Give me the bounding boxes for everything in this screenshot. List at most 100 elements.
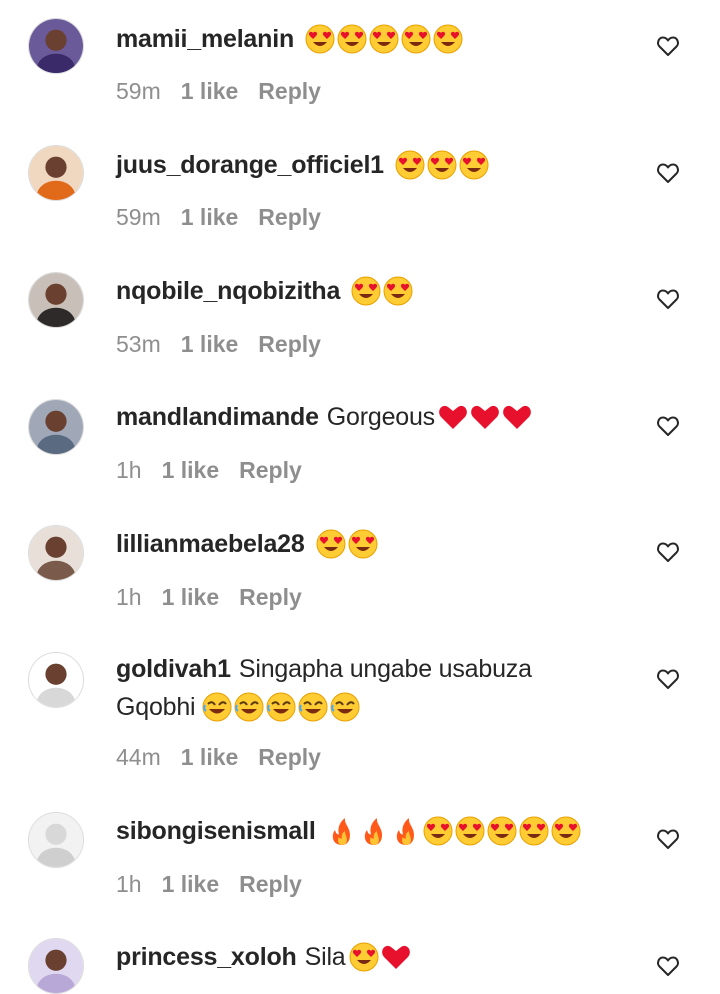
avatar[interactable] xyxy=(28,652,84,708)
rofl-icon xyxy=(234,692,264,722)
heart-eyes-icon xyxy=(351,276,381,306)
emoji-row xyxy=(326,815,582,849)
like-heart-icon[interactable] xyxy=(656,415,680,437)
comment-body: nqobile_nqobizitha xyxy=(116,272,616,310)
heart-eyes-icon xyxy=(551,816,581,846)
comment-text: Gorgeous xyxy=(326,403,435,431)
comment-username[interactable]: mandlandimande xyxy=(116,403,319,431)
rofl-icon xyxy=(266,692,296,722)
comment-timestamp: 1h xyxy=(116,584,142,610)
likes-count-link[interactable]: 1 like xyxy=(162,457,220,483)
comment-body: princess_xoloh Sila xyxy=(116,938,616,976)
red-heart-icon xyxy=(503,406,531,430)
comment-username[interactable]: princess_xoloh xyxy=(116,943,297,971)
likes-count-link[interactable]: 1 like xyxy=(181,744,239,770)
likes-count-link[interactable]: 1 like xyxy=(181,331,239,357)
comment-username[interactable]: sibongisenismall xyxy=(116,817,316,845)
likes-count-link[interactable]: 1 like xyxy=(162,584,220,610)
rofl-icon xyxy=(330,692,360,722)
heart-eyes-icon xyxy=(487,816,517,846)
heart-eyes-icon xyxy=(433,24,463,54)
comment-text: Singapha ungabe usabuza xyxy=(238,655,532,683)
likes-count-link[interactable]: 1 like xyxy=(181,204,239,230)
avatar[interactable] xyxy=(28,272,84,328)
like-heart-icon[interactable] xyxy=(656,35,680,57)
rofl-icon xyxy=(298,692,328,722)
reply-button[interactable]: Reply xyxy=(258,78,321,104)
comment-meta: 53m 1 like Reply xyxy=(116,329,341,359)
heart-eyes-icon xyxy=(423,816,453,846)
heart-eyes-icon xyxy=(401,24,431,54)
reply-button[interactable]: Reply xyxy=(239,457,302,483)
red-heart-icon xyxy=(439,406,467,430)
avatar[interactable] xyxy=(28,812,84,868)
heart-eyes-icon xyxy=(519,816,549,846)
emoji-row xyxy=(348,941,412,975)
heart-eyes-icon xyxy=(383,276,413,306)
comment-username[interactable]: mamii_melanin xyxy=(116,25,294,53)
comment-body: mandlandimande Gorgeous xyxy=(116,398,616,436)
comment-timestamp: 1h xyxy=(116,871,142,897)
heart-eyes-icon xyxy=(316,529,346,559)
emoji-row xyxy=(437,401,533,435)
avatar[interactable] xyxy=(28,18,84,74)
comment-username[interactable]: juus_dorange_officiel1 xyxy=(116,151,384,179)
reply-button[interactable]: Reply xyxy=(258,744,321,770)
heart-eyes-icon xyxy=(337,24,367,54)
red-heart-icon xyxy=(471,406,499,430)
comment-body: goldivah1 Singapha ungabe usabuza Gqobhi xyxy=(116,650,616,726)
likes-count-link[interactable]: 1 like xyxy=(162,871,220,897)
comment-timestamp: 59m xyxy=(116,78,161,104)
like-heart-icon[interactable] xyxy=(656,668,680,690)
fire-icon xyxy=(332,818,350,846)
comment-meta: 59m 1 like Reply xyxy=(116,202,341,232)
emoji-row xyxy=(315,528,379,562)
comment-meta: 59m 1 like Reply xyxy=(116,76,341,106)
heart-eyes-icon xyxy=(395,150,425,180)
avatar[interactable] xyxy=(28,525,84,581)
heart-eyes-icon xyxy=(349,942,378,972)
like-heart-icon[interactable] xyxy=(656,828,680,850)
like-heart-icon[interactable] xyxy=(656,541,680,563)
emoji-row xyxy=(350,275,414,309)
comment-meta: 1h 1 like Reply xyxy=(116,455,322,485)
comment-username[interactable]: goldivah1 xyxy=(116,655,231,683)
comment-meta: 1h 1 like Reply xyxy=(116,582,322,612)
like-heart-icon[interactable] xyxy=(656,288,680,310)
fire-icon xyxy=(396,818,414,846)
heart-eyes-icon xyxy=(459,150,489,180)
comment-body: lillianmaebela28 xyxy=(116,525,616,563)
comment-timestamp: 59m xyxy=(116,204,161,230)
avatar[interactable] xyxy=(28,145,84,201)
reply-button[interactable]: Reply xyxy=(258,331,321,357)
likes-count-link[interactable]: 1 like xyxy=(181,78,239,104)
comment-body: juus_dorange_officiel1 xyxy=(116,146,616,184)
heart-eyes-icon xyxy=(455,816,485,846)
comment-username[interactable]: lillianmaebela28 xyxy=(116,530,305,558)
emoji-row xyxy=(304,23,464,57)
reply-button[interactable]: Reply xyxy=(239,584,302,610)
rofl-icon xyxy=(202,692,232,722)
reply-button[interactable]: Reply xyxy=(239,871,302,897)
heart-eyes-icon xyxy=(369,24,399,54)
red-heart-icon xyxy=(381,946,410,970)
comment-text-line2: Gqobhi xyxy=(116,693,196,721)
like-heart-icon[interactable] xyxy=(656,162,680,184)
emoji-row xyxy=(394,149,490,183)
like-heart-icon[interactable] xyxy=(656,955,680,977)
comment-username[interactable]: nqobile_nqobizitha xyxy=(116,277,340,305)
comment-timestamp: 44m xyxy=(116,744,161,770)
avatar[interactable] xyxy=(28,938,84,994)
heart-eyes-icon xyxy=(427,150,457,180)
avatar[interactable] xyxy=(28,399,84,455)
comment-meta: 44m 1 like Reply xyxy=(116,742,341,772)
comment-timestamp: 53m xyxy=(116,331,161,357)
heart-eyes-icon xyxy=(348,529,378,559)
comment-body: mamii_melanin xyxy=(116,20,616,58)
reply-button[interactable]: Reply xyxy=(258,204,321,230)
heart-eyes-icon xyxy=(305,24,335,54)
comment-meta: 1h 1 like Reply xyxy=(116,869,322,899)
comment-text: Sila xyxy=(304,943,346,971)
comment-timestamp: 1h xyxy=(116,457,142,483)
fire-icon xyxy=(364,818,382,846)
